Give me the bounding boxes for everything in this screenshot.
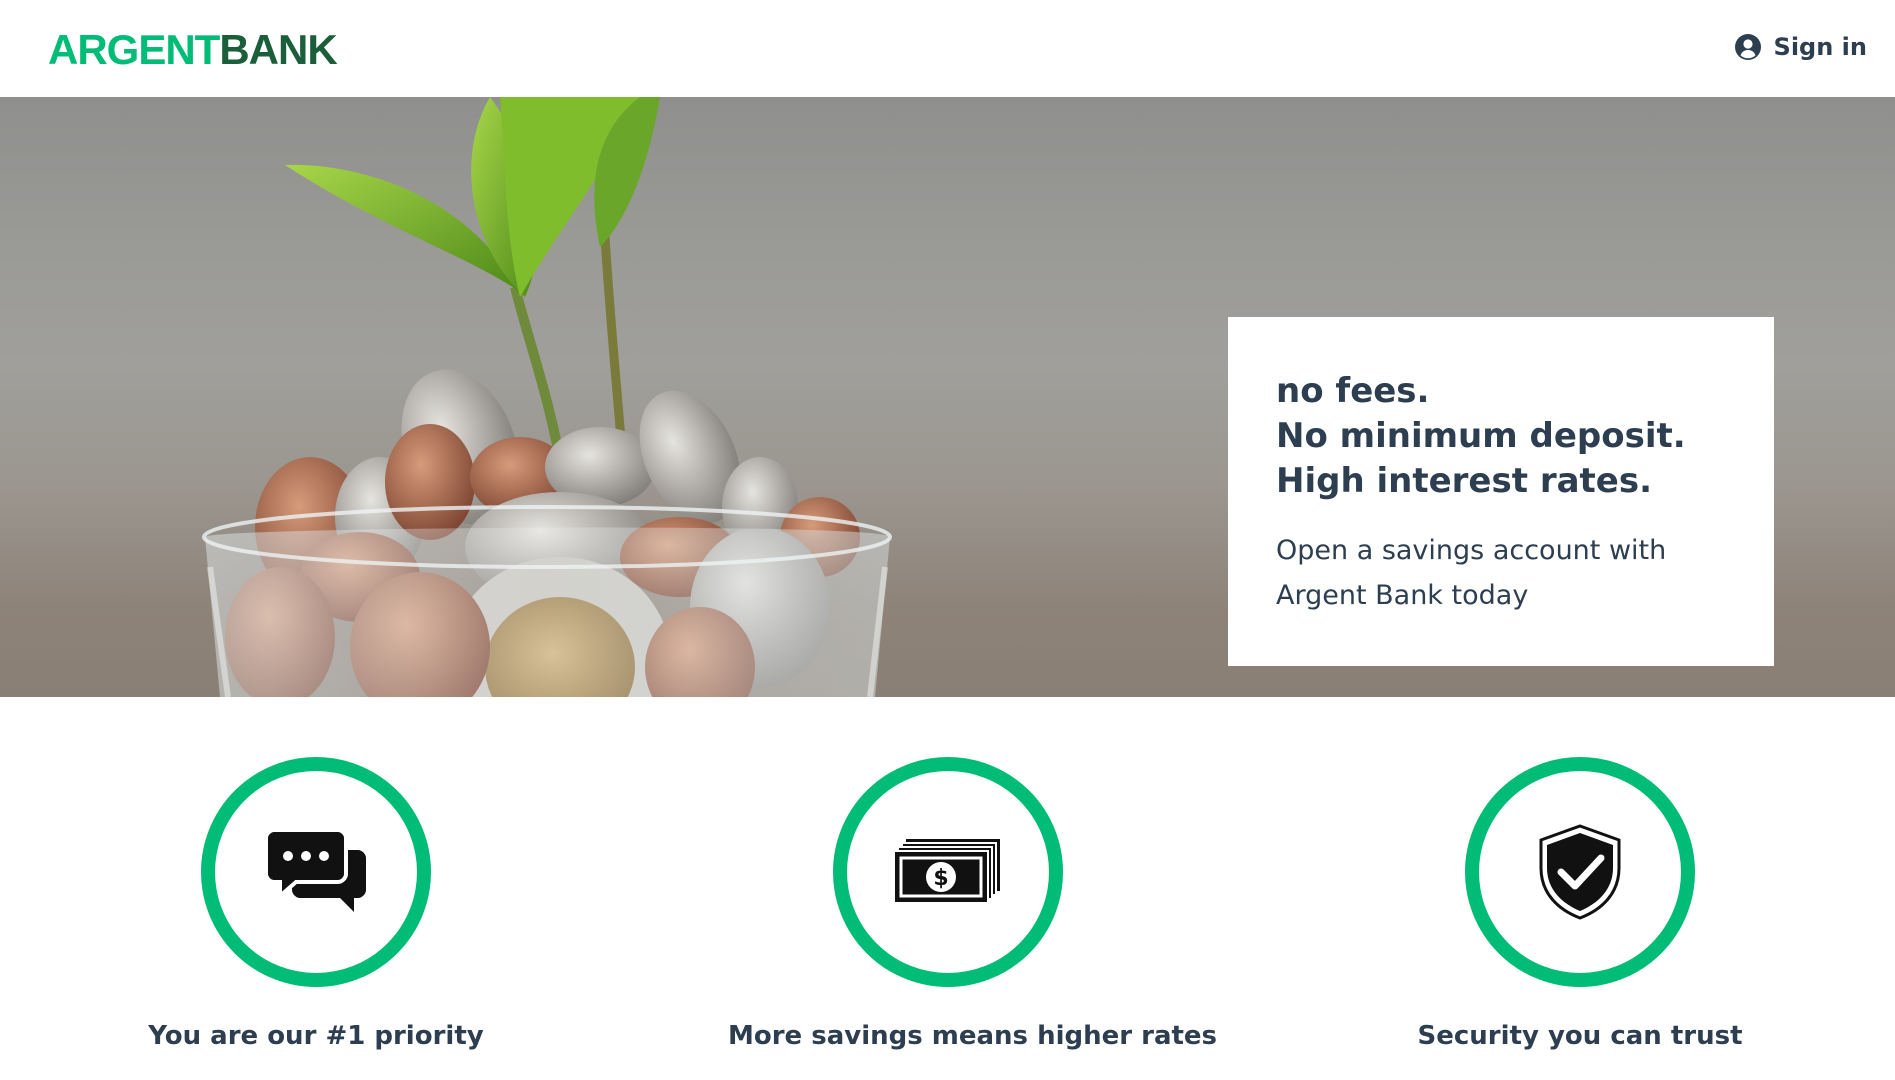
feature-title: More savings means higher rates [728,1021,1218,1051]
feature-title: Security you can trust [1417,1021,1743,1051]
promo-subtitle: Open a savings account with Argent Bank … [1276,528,1726,618]
promo-headline: no fees. No minimum deposit. High intere… [1276,369,1726,504]
feature-priority: You are our #1 priority [96,757,536,1051]
user-circle-icon [1734,34,1761,60]
promo-subtitle-line-2: Argent Bank today [1276,580,1529,611]
top-nav: ARGENTBANK Sign in [0,0,1895,97]
hero-banner: no fees. No minimum deposit. High intere… [0,97,1895,697]
promo-line-3: High interest rates. [1276,461,1652,501]
promo-subtitle-line-1: Open a savings account with [1276,535,1667,566]
svg-text:$: $ [933,866,948,891]
feature-icon-circle: $ [833,757,1063,987]
feature-savings: $ More savings means higher rates [728,757,1218,1051]
argent-bank-logo[interactable]: ARGENTBANK [48,26,338,73]
feature-security: Security you can trust [1360,757,1800,1051]
logo-part-argent: ARGENT [48,26,220,73]
feature-icon-circle [1465,757,1695,987]
promo-line-2: No minimum deposit. [1276,416,1686,456]
chat-bubbles-icon [266,828,366,912]
sign-in-label: Sign in [1773,33,1867,61]
feature-title: You are our #1 priority [148,1021,484,1051]
sign-in-link[interactable]: Sign in [1734,33,1867,61]
promo-card: no fees. No minimum deposit. High intere… [1228,317,1774,666]
shield-check-icon [1539,824,1621,920]
money-bills-icon: $ [894,839,1000,904]
promo-line-1: no fees. [1276,371,1430,411]
logo-part-bank: BANK [219,26,337,73]
feature-icon-circle [201,757,431,987]
